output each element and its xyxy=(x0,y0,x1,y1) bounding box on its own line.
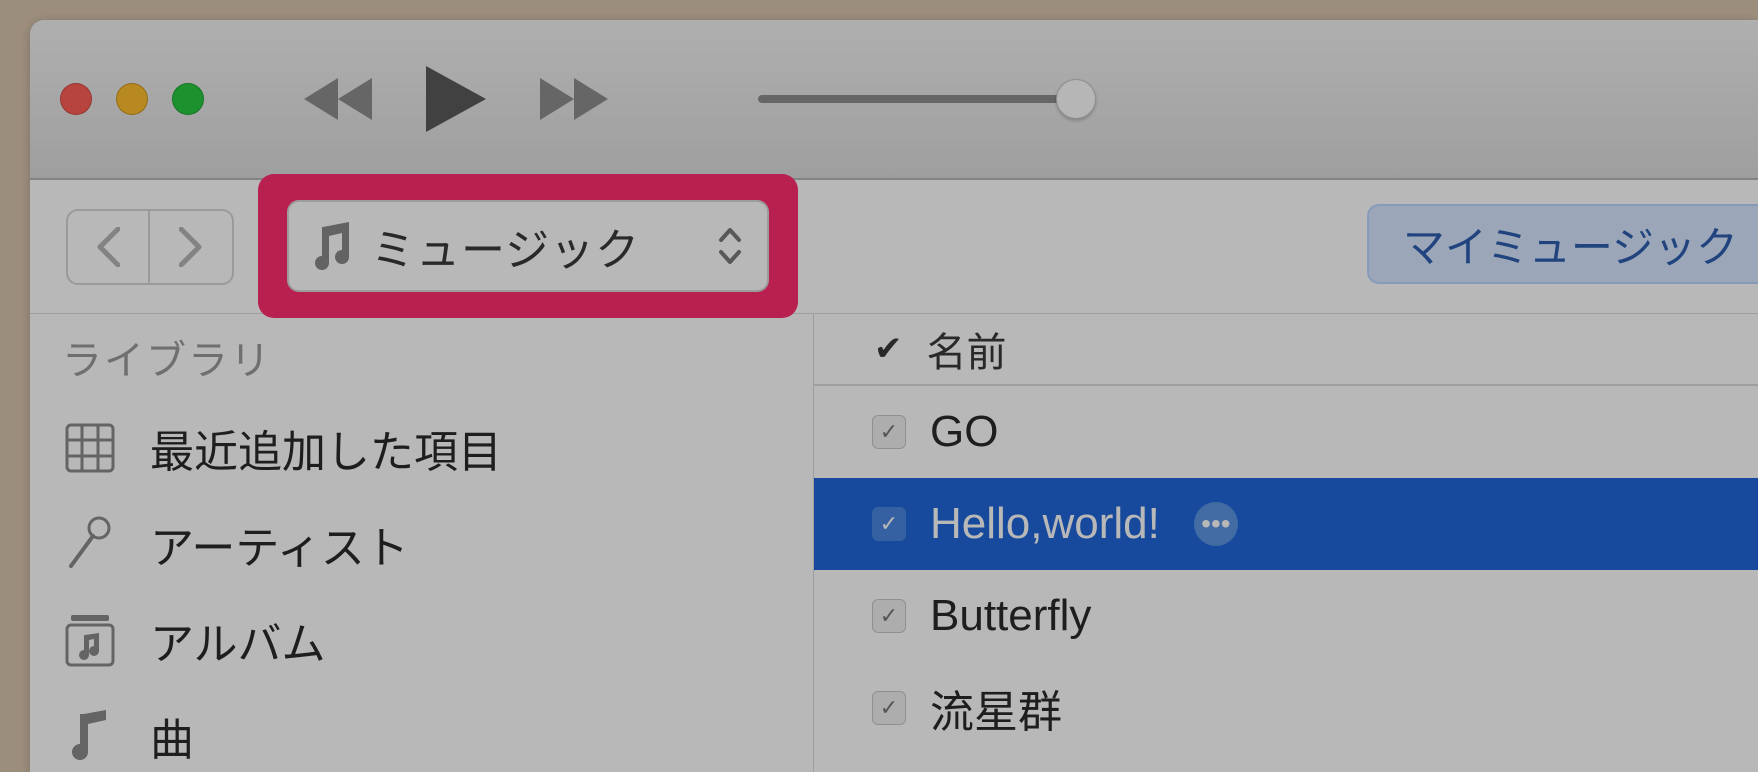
volume-track[interactable] xyxy=(758,95,1078,103)
window-controls xyxy=(60,83,204,115)
play-button[interactable] xyxy=(426,66,486,132)
volume-slider[interactable] xyxy=(758,95,1078,103)
media-picker-highlight: ミュージック xyxy=(258,174,798,318)
track-title: GO xyxy=(930,407,998,457)
table-row[interactable]: ✓ 流星群 xyxy=(814,662,1758,754)
microphone-icon xyxy=(60,516,120,572)
sidebar-item-label: 曲 xyxy=(150,704,194,768)
sidebar-item-recently-added[interactable]: 最近追加した項目 xyxy=(60,400,813,496)
history-nav xyxy=(66,209,234,285)
previous-track-button[interactable] xyxy=(304,76,374,122)
track-title: 流星群 xyxy=(930,676,1062,740)
navigation-bar: ミュージック マイミュージック xyxy=(30,180,1758,314)
music-icon xyxy=(309,221,353,271)
note-icon xyxy=(60,710,120,762)
sidebar-section-header: ライブラリ xyxy=(62,328,813,386)
playback-controls xyxy=(304,66,608,132)
media-type-picker[interactable]: ミュージック xyxy=(287,200,769,292)
table-row[interactable]: ✓ Hello,world! ••• xyxy=(814,478,1758,570)
track-title: Butterfly xyxy=(930,591,1091,641)
track-title: Hello,world! xyxy=(930,499,1160,549)
tab-my-music[interactable]: マイミュージック xyxy=(1367,204,1758,284)
grid-icon xyxy=(60,423,120,473)
zoom-window-button[interactable] xyxy=(172,83,204,115)
titlebar xyxy=(30,20,1758,180)
table-row[interactable]: ✓ Butterfly xyxy=(814,570,1758,662)
app-window: ミュージック マイミュージック ライブラリ 最近追加した項目 xyxy=(30,20,1758,772)
chevron-up-down-icon xyxy=(717,226,747,266)
tab-label: マイミュージック xyxy=(1403,214,1738,275)
back-button[interactable] xyxy=(66,209,150,285)
sidebar: ライブラリ 最近追加した項目 アーティスト アルバム xyxy=(30,314,814,772)
table-row[interactable]: ✓ GO xyxy=(814,386,1758,478)
track-list: ✔ 名前 ✓ GO ✓ Hello,world! ••• ✓ Butterfly… xyxy=(814,314,1758,772)
sidebar-item-artists[interactable]: アーティスト xyxy=(60,496,813,592)
next-track-button[interactable] xyxy=(538,76,608,122)
sidebar-item-albums[interactable]: アルバム xyxy=(60,592,813,688)
name-column-header[interactable]: 名前 xyxy=(927,320,1007,378)
volume-thumb[interactable] xyxy=(1056,79,1096,119)
sidebar-item-label: アルバム xyxy=(150,608,326,672)
sidebar-item-songs[interactable]: 曲 xyxy=(60,688,813,772)
checkmark-column-header[interactable]: ✔ xyxy=(874,329,903,369)
sidebar-item-label: 最近追加した項目 xyxy=(150,416,502,480)
row-checkbox[interactable]: ✓ xyxy=(872,691,906,725)
forward-button[interactable] xyxy=(150,209,234,285)
minimize-window-button[interactable] xyxy=(116,83,148,115)
table-header: ✔ 名前 xyxy=(814,314,1758,386)
sidebar-item-label: アーティスト xyxy=(150,512,409,576)
main-split: ライブラリ 最近追加した項目 アーティスト アルバム xyxy=(30,314,1758,772)
row-checkbox[interactable]: ✓ xyxy=(872,599,906,633)
close-window-button[interactable] xyxy=(60,83,92,115)
album-icon xyxy=(60,613,120,667)
row-checkbox[interactable]: ✓ xyxy=(872,415,906,449)
media-type-label: ミュージック xyxy=(371,214,699,278)
more-actions-button[interactable]: ••• xyxy=(1194,502,1238,546)
row-checkbox[interactable]: ✓ xyxy=(872,507,906,541)
